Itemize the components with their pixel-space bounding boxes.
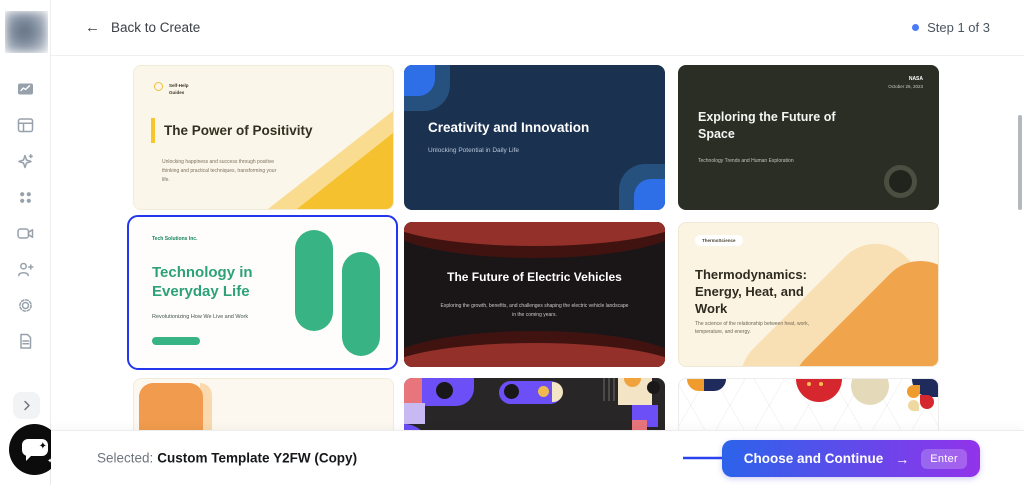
brand-text: Tech Solutions Inc. xyxy=(152,236,197,242)
template-card-electric-vehicles[interactable]: The Future of Electric Vehicles Explorin… xyxy=(404,222,665,367)
circle-logo-icon xyxy=(154,82,163,91)
topbar: ← Back to Create Step 1 of 3 xyxy=(51,0,1024,56)
decor-circle xyxy=(884,165,917,198)
layout-template-icon xyxy=(16,116,35,135)
decor-shape xyxy=(908,400,919,411)
workspace-logo[interactable] xyxy=(5,11,48,53)
slide-subtitle: Revolutionizing How We Live and Work xyxy=(152,314,248,320)
template-card-partial-light-memphis[interactable] xyxy=(678,378,939,430)
decor-shape xyxy=(632,420,647,430)
step-label: Step 1 of 3 xyxy=(927,20,990,35)
sidebar-item-settings[interactable] xyxy=(12,296,40,315)
decor-capsule xyxy=(342,252,380,356)
slide-title: Exploring the Future of Space xyxy=(698,109,853,143)
decor-shape xyxy=(436,382,453,399)
sidebar-item-invite[interactable] xyxy=(12,260,40,279)
sidebar-nav xyxy=(0,80,51,351)
template-card-partial-orange[interactable] xyxy=(133,378,394,430)
video-icon xyxy=(16,224,35,243)
decor-shape xyxy=(819,382,823,386)
decor-shape xyxy=(404,378,422,403)
continue-label: Choose and Continue xyxy=(744,451,884,466)
slide-title: The Future of Electric Vehicles xyxy=(404,270,665,284)
slide-subtitle: Technology Trends and Human Exploration xyxy=(698,158,794,164)
footer-bar: Selected: Custom Template Y2FW (Copy) Cho… xyxy=(51,430,1024,485)
template-grid: Self-HelpGuides The Power of Positivity … xyxy=(51,57,1024,430)
slide-title: Thermodynamics: Energy, Heat, and Work xyxy=(695,267,817,318)
selected-template-text: Selected: Custom Template Y2FW (Copy) xyxy=(97,451,357,466)
sidebar: ✦ ✦ xyxy=(0,0,51,485)
selected-prefix: Selected: xyxy=(97,451,153,466)
apps-grid-icon xyxy=(16,188,35,207)
sidebar-item-presentation[interactable] xyxy=(12,80,40,99)
enter-shortcut-badge: Enter xyxy=(921,449,967,469)
sidebar-item-video[interactable] xyxy=(12,224,40,243)
slide-subtitle: Unlocking happiness and success through … xyxy=(162,158,280,184)
back-label: Back to Create xyxy=(111,20,200,35)
decor-shape xyxy=(647,381,660,394)
slide-subtitle: Unlocking Potential in Daily Life xyxy=(428,147,519,154)
decor-shape xyxy=(920,395,934,409)
sparkle-icon: ✦ xyxy=(39,442,47,452)
brand-text: Self-HelpGuides xyxy=(169,82,189,96)
back-arrow-icon: ← xyxy=(85,19,100,36)
decor-capsule xyxy=(295,230,333,331)
settings-gear-icon xyxy=(16,296,35,315)
decor-shape xyxy=(552,382,563,402)
template-card-power-of-positivity[interactable]: Self-HelpGuides The Power of Positivity … xyxy=(133,65,394,210)
slide-title: The Power of Positivity xyxy=(164,123,313,138)
template-card-future-of-space[interactable]: NASA October 26, 2023 Exploring the Futu… xyxy=(678,65,939,210)
selected-template-name: Custom Template Y2FW (Copy) xyxy=(157,451,357,466)
date-text: October 26, 2023 xyxy=(888,84,923,89)
template-picker-screen: ✦ ✦ ← Back to Create Step 1 of 3 Self-He… xyxy=(0,0,1024,485)
template-card-thermodynamics[interactable]: ThermoScience Thermodynamics: Energy, He… xyxy=(678,222,939,367)
accent-bar xyxy=(151,118,155,143)
template-card-creativity-innovation[interactable]: Creativity and Innovation Unlocking Pote… xyxy=(404,65,665,210)
decor-shape xyxy=(504,384,519,399)
document-icon xyxy=(16,332,35,351)
org-text: NASA xyxy=(909,76,923,82)
choose-and-continue-button[interactable]: Choose and Continue → Enter xyxy=(722,440,980,477)
decor-square xyxy=(139,383,203,430)
presentation-icon xyxy=(16,80,35,99)
decor-corner xyxy=(634,179,665,210)
template-card-technology-everyday-life[interactable]: Tech Solutions Inc. Technology in Everyd… xyxy=(133,221,392,364)
slide-title: Technology in Everyday Life xyxy=(152,264,274,302)
step-indicator: Step 1 of 3 xyxy=(912,20,990,35)
scrollbar-thumb[interactable] xyxy=(1018,115,1022,210)
decor-pill xyxy=(152,337,200,345)
sidebar-item-templates[interactable] xyxy=(12,116,40,135)
step-dot-icon xyxy=(912,24,919,31)
sidebar-item-apps[interactable] xyxy=(12,188,40,207)
back-to-create-button[interactable]: ← Back to Create xyxy=(85,19,200,36)
sidebar-expand-button[interactable] xyxy=(13,392,40,419)
brand-badge: ThermoScience xyxy=(695,235,743,246)
template-card-partial-dark-memphis[interactable] xyxy=(404,378,665,430)
logo-image xyxy=(5,11,48,53)
arrow-right-icon: → xyxy=(895,451,909,467)
decor-shape xyxy=(907,385,920,398)
decor-shape xyxy=(404,403,425,424)
decor-shape xyxy=(807,382,811,386)
ai-sparkles-icon xyxy=(16,152,35,171)
selected-template-highlight[interactable]: Tech Solutions Inc. Technology in Everyd… xyxy=(127,215,398,370)
slide-subtitle: Exploring the growth, benefits, and chal… xyxy=(438,302,631,320)
add-user-icon xyxy=(16,260,35,279)
slide-subtitle: The science of the relationship between … xyxy=(695,320,811,336)
chat-bubble-icon: ✦ xyxy=(22,439,48,456)
decor-shape xyxy=(538,386,549,397)
sidebar-item-ai[interactable] xyxy=(12,152,40,171)
slide-title: Creativity and Innovation xyxy=(428,120,589,135)
sidebar-item-documents[interactable] xyxy=(12,332,40,351)
chevron-right-icon xyxy=(17,396,36,415)
